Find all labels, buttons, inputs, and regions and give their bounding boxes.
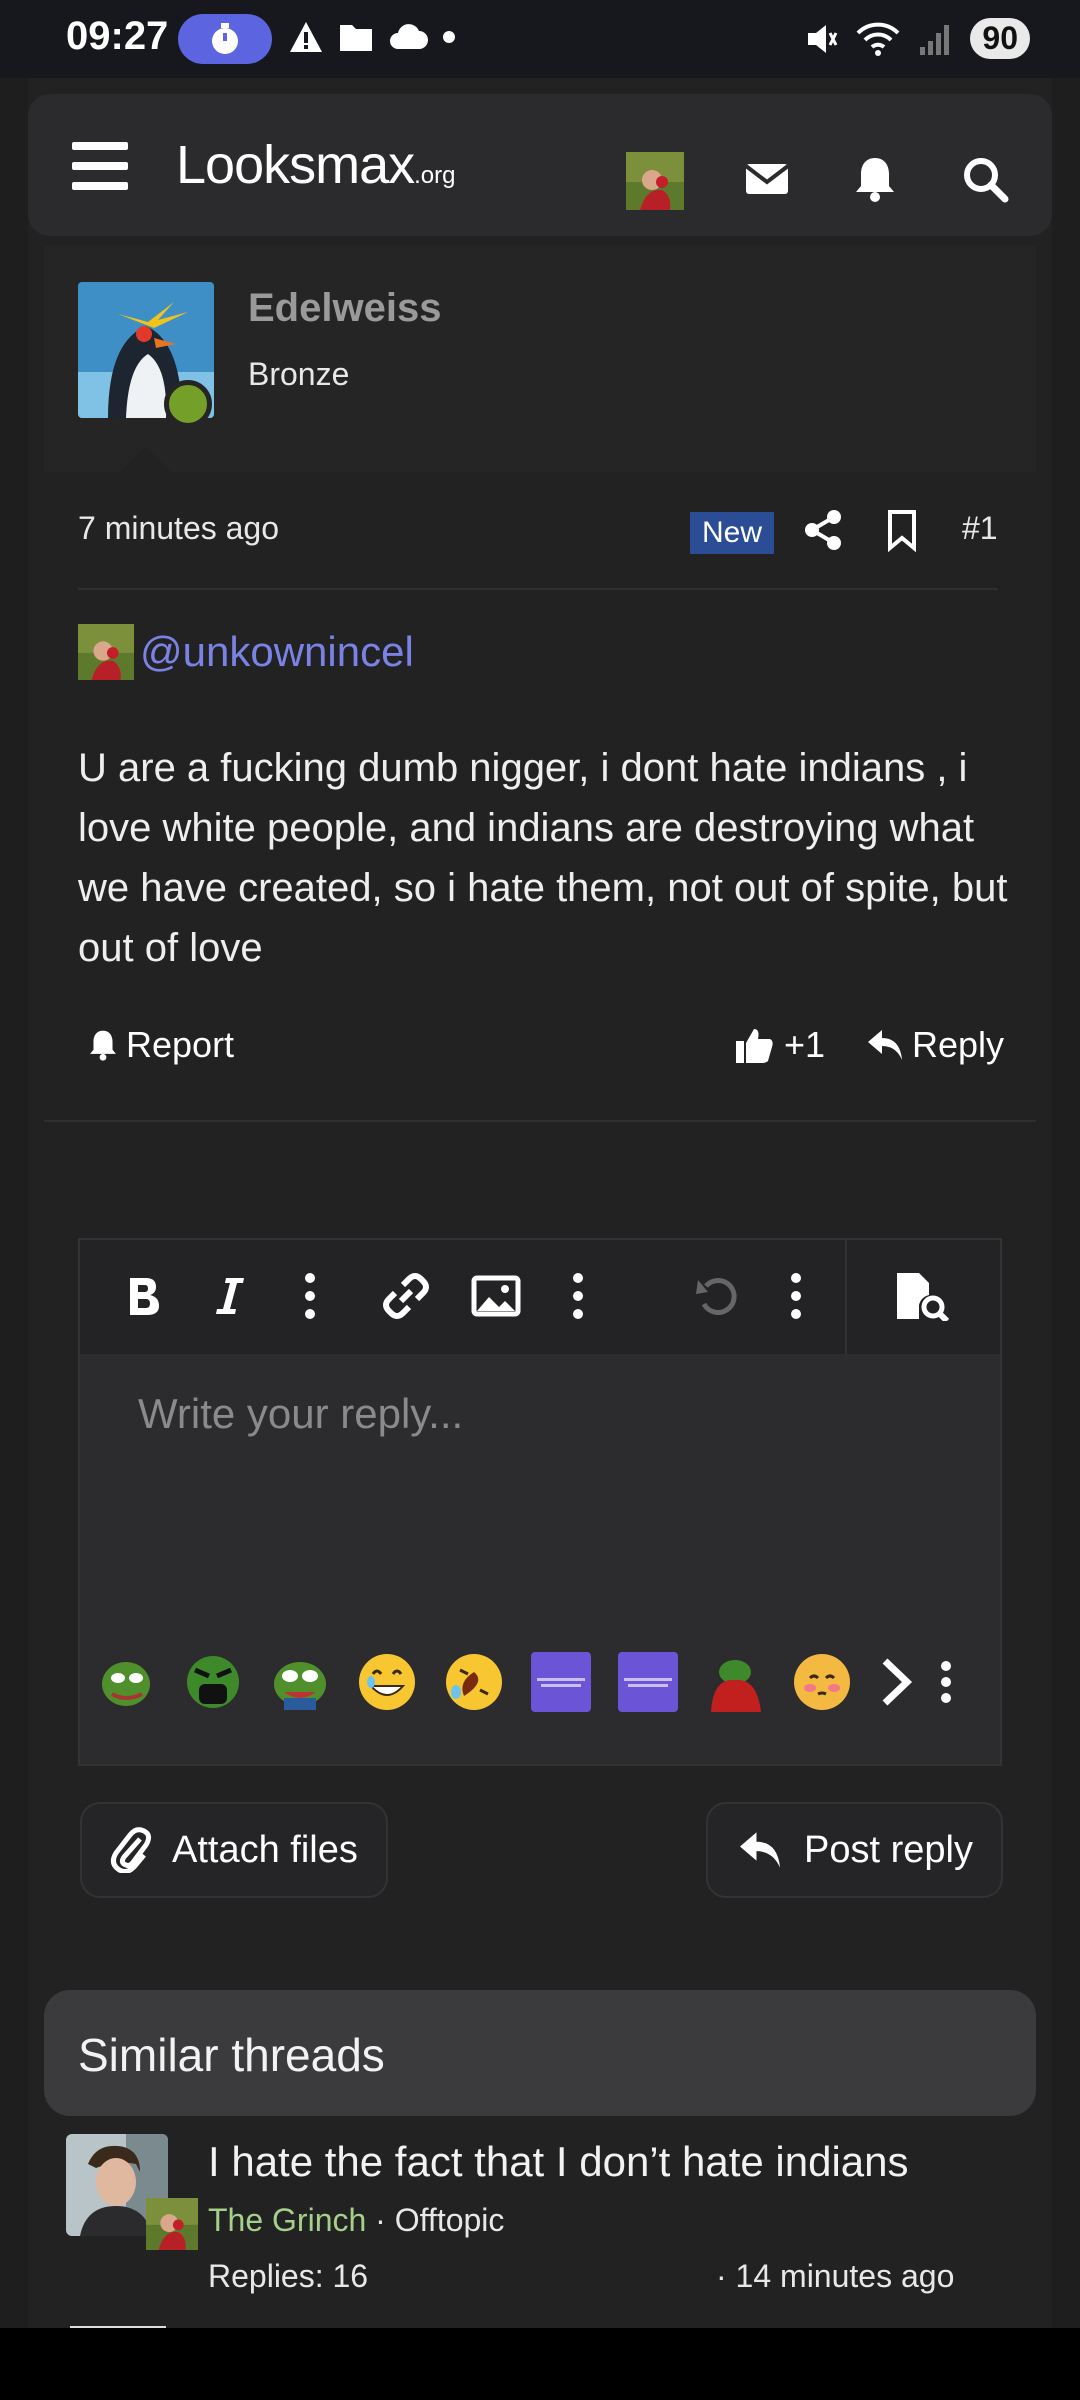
emoji-more-icon[interactable] xyxy=(940,1660,952,1704)
custom-emoji-icon-2[interactable] xyxy=(618,1652,678,1712)
report-button[interactable]: Report xyxy=(86,1024,234,1066)
bookmark-icon[interactable] xyxy=(880,508,924,553)
reply-button[interactable]: Reply xyxy=(866,1024,1004,1066)
cloud-icon xyxy=(390,24,428,49)
post-number[interactable]: #1 xyxy=(962,510,998,547)
author-name[interactable]: Edelweiss xyxy=(248,286,441,331)
navigation-bar xyxy=(0,2328,1080,2400)
thread-last-poster-avatar[interactable] xyxy=(146,2198,198,2250)
similar-threads-header: Similar threads xyxy=(44,1990,1036,2116)
post-timestamp[interactable]: 7 minutes ago xyxy=(78,510,279,547)
bell-icon[interactable] xyxy=(850,154,900,204)
emoji-bar xyxy=(96,1650,996,1714)
folder-icon xyxy=(340,25,372,51)
attach-files-label: Attach files xyxy=(172,1828,358,1871)
reply-icon xyxy=(868,1030,902,1060)
site-header: Looksmax.org xyxy=(28,94,1052,236)
user-mention-link[interactable]: @unkownincel xyxy=(140,628,414,676)
angry-pepe-emoji-icon[interactable] xyxy=(183,1652,243,1712)
paperclip-icon xyxy=(110,1827,152,1873)
preview-icon[interactable] xyxy=(892,1266,952,1326)
undo-icon[interactable] xyxy=(688,1266,748,1326)
page: Looksmax.org Edelweiss Bronze 7 minutes … xyxy=(0,78,1080,2328)
report-label: Report xyxy=(126,1024,235,1065)
signal-icon xyxy=(920,24,950,55)
search-icon[interactable] xyxy=(960,154,1010,204)
happy-pepe-emoji-icon[interactable] xyxy=(270,1652,330,1712)
grin-emoji-icon[interactable] xyxy=(357,1652,417,1712)
bold-button[interactable] xyxy=(114,1266,174,1326)
bell-icon xyxy=(90,1030,116,1061)
battery-indicator: 90 xyxy=(970,18,1030,59)
chevron-right-icon[interactable] xyxy=(879,1657,913,1707)
mute-icon xyxy=(808,24,838,53)
thread-replies: Replies: 16 xyxy=(208,2258,369,2294)
wifi-icon xyxy=(856,22,900,56)
blush-emoji-icon[interactable] xyxy=(792,1652,852,1712)
similar-threads-title: Similar threads xyxy=(78,2029,385,2081)
reply-editor: Write your reply... xyxy=(78,1238,1002,1766)
like-button[interactable]: +1 xyxy=(734,1024,825,1066)
more-options-icon[interactable] xyxy=(280,1266,340,1326)
thread-meta: The Grinch · Offtopic xyxy=(208,2202,505,2238)
reply-label: Reply xyxy=(912,1024,1005,1065)
mention-row: @unkownincel xyxy=(78,624,414,680)
notification-icons xyxy=(288,20,456,54)
mail-icon[interactable] xyxy=(742,154,792,204)
post-reply-button[interactable]: Post reply xyxy=(706,1802,1003,1898)
like-count: +1 xyxy=(784,1024,826,1065)
thread-time: · 14 minutes ago xyxy=(716,2258,955,2294)
user-avatar[interactable] xyxy=(626,152,684,210)
more-options-icon-2[interactable] xyxy=(548,1266,608,1326)
link-icon[interactable] xyxy=(376,1266,436,1326)
mention-avatar[interactable] xyxy=(78,624,134,680)
thread-author-link[interactable]: The Grinch xyxy=(208,2202,366,2238)
post-reply-label: Post reply xyxy=(804,1828,973,1871)
new-badge: New xyxy=(690,512,775,554)
pepe-emoji-icon[interactable] xyxy=(96,1652,156,1712)
more-options-icon-3[interactable] xyxy=(766,1266,826,1326)
author-rank: Bronze xyxy=(248,356,350,392)
online-status-dot xyxy=(164,380,212,428)
reply-textarea[interactable]: Write your reply... xyxy=(138,1390,463,1438)
dot-icon xyxy=(443,31,455,43)
thread-title-link[interactable]: I hate the fact that I don’t hate indian… xyxy=(208,2138,909,2186)
rofl-emoji-icon[interactable] xyxy=(444,1652,504,1712)
timer-icon xyxy=(178,14,272,64)
attach-files-button[interactable]: Attach files xyxy=(80,1802,388,1898)
reply-icon xyxy=(740,1832,780,1868)
status-bar: 09:27 90 xyxy=(0,0,1080,78)
post-body: U are a fucking dumb nigger, i dont hate… xyxy=(78,746,1008,970)
site-logo[interactable]: Looksmax.org xyxy=(176,134,455,196)
pepe-hoodie-emoji-icon[interactable] xyxy=(705,1652,765,1712)
image-icon[interactable] xyxy=(466,1266,526,1326)
share-icon[interactable] xyxy=(802,508,846,552)
status-time: 09:27 xyxy=(66,14,169,58)
thumbs-up-icon xyxy=(736,1029,773,1063)
italic-button[interactable] xyxy=(200,1266,260,1326)
thread-forum-link[interactable]: Offtopic xyxy=(395,2202,505,2238)
custom-emoji-icon[interactable] xyxy=(531,1652,591,1712)
editor-toolbar xyxy=(80,1240,1000,1354)
warning-icon xyxy=(290,22,322,52)
menu-icon[interactable] xyxy=(72,142,128,190)
